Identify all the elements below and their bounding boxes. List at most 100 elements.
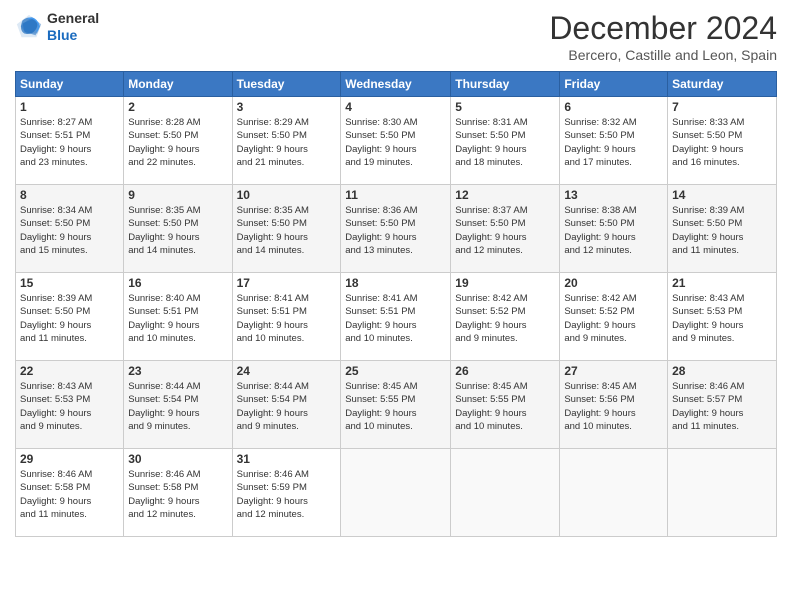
day-info: Sunrise: 8:45 AM Sunset: 5:56 PM Dayligh… <box>564 380 663 433</box>
day-info: Sunrise: 8:42 AM Sunset: 5:52 PM Dayligh… <box>455 292 555 345</box>
logo-icon <box>15 13 43 41</box>
day-number: 31 <box>237 452 337 466</box>
day-number: 12 <box>455 188 555 202</box>
calendar-cell <box>668 449 777 537</box>
calendar-cell: 7 Sunrise: 8:33 AM Sunset: 5:50 PM Daylig… <box>668 97 777 185</box>
day-number: 3 <box>237 100 337 114</box>
page-header: General Blue December 2024 Bercero, Cast… <box>15 10 777 63</box>
calendar-cell: 31Sunrise: 8:46 AM Sunset: 5:59 PM Dayli… <box>232 449 341 537</box>
calendar-cell: 29 Sunrise: 8:46 AM Sunset: 5:58 PM Dayli… <box>16 449 124 537</box>
calendar-cell: 23Sunrise: 8:44 AM Sunset: 5:54 PM Dayli… <box>124 361 232 449</box>
day-number: 11 <box>345 188 446 202</box>
day-number: 14 <box>672 188 772 202</box>
day-info: Sunrise: 8:39 AM Sunset: 5:50 PM Dayligh… <box>20 292 119 345</box>
day-info: Sunrise: 8:46 AM Sunset: 5:58 PM Dayligh… <box>128 468 227 521</box>
col-friday: Friday <box>560 72 668 97</box>
day-info: Sunrise: 8:30 AM Sunset: 5:50 PM Dayligh… <box>345 116 446 169</box>
col-monday: Monday <box>124 72 232 97</box>
day-number: 1 <box>20 100 119 114</box>
day-info: Sunrise: 8:39 AM Sunset: 5:50 PM Dayligh… <box>672 204 772 257</box>
logo-blue: Blue <box>47 27 99 44</box>
calendar-header: Sunday Monday Tuesday Wednesday Thursday… <box>16 72 777 97</box>
day-number: 20 <box>564 276 663 290</box>
calendar-cell <box>560 449 668 537</box>
day-info: Sunrise: 8:38 AM Sunset: 5:50 PM Dayligh… <box>564 204 663 257</box>
day-number: 6 <box>564 100 663 114</box>
calendar-cell: 17 Sunrise: 8:41 AM Sunset: 5:51 PM Dayli… <box>232 273 341 361</box>
day-info: Sunrise: 8:46 AM Sunset: 5:58 PM Dayligh… <box>20 468 119 521</box>
day-number: 30 <box>128 452 227 466</box>
calendar-cell: 3 Sunrise: 8:29 AM Sunset: 5:50 PM Daylig… <box>232 97 341 185</box>
calendar-cell: 19 Sunrise: 8:42 AM Sunset: 5:52 PM Dayli… <box>451 273 560 361</box>
day-info: Sunrise: 8:29 AM Sunset: 5:50 PM Dayligh… <box>237 116 337 169</box>
col-sunday: Sunday <box>16 72 124 97</box>
col-thursday: Thursday <box>451 72 560 97</box>
calendar-cell: 5Sunrise: 8:31 AM Sunset: 5:50 PM Daylig… <box>451 97 560 185</box>
calendar-cell: 21 Sunrise: 8:43 AM Sunset: 5:53 PM Dayli… <box>668 273 777 361</box>
day-number: 18 <box>345 276 446 290</box>
day-info: Sunrise: 8:34 AM Sunset: 5:50 PM Dayligh… <box>20 204 119 257</box>
calendar-page: General Blue December 2024 Bercero, Cast… <box>0 0 792 612</box>
day-number: 4 <box>345 100 446 114</box>
location-subtitle: Bercero, Castille and Leon, Spain <box>549 47 777 63</box>
day-number: 29 <box>20 452 119 466</box>
day-info: Sunrise: 8:42 AM Sunset: 5:52 PM Dayligh… <box>564 292 663 345</box>
calendar-cell: 18 Sunrise: 8:41 AM Sunset: 5:51 PM Dayli… <box>341 273 451 361</box>
calendar-week-3: 15 Sunrise: 8:39 AM Sunset: 5:50 PM Dayli… <box>16 273 777 361</box>
calendar-cell: 22Sunrise: 8:43 AM Sunset: 5:53 PM Dayli… <box>16 361 124 449</box>
day-number: 22 <box>20 364 119 378</box>
calendar-cell: 8Sunrise: 8:34 AM Sunset: 5:50 PM Daylig… <box>16 185 124 273</box>
day-number: 9 <box>128 188 227 202</box>
day-number: 17 <box>237 276 337 290</box>
calendar-table: Sunday Monday Tuesday Wednesday Thursday… <box>15 71 777 537</box>
calendar-week-5: 29 Sunrise: 8:46 AM Sunset: 5:58 PM Dayli… <box>16 449 777 537</box>
calendar-cell: 4 Sunrise: 8:30 AM Sunset: 5:50 PM Daylig… <box>341 97 451 185</box>
day-number: 21 <box>672 276 772 290</box>
calendar-cell: 6Sunrise: 8:32 AM Sunset: 5:50 PM Daylig… <box>560 97 668 185</box>
col-saturday: Saturday <box>668 72 777 97</box>
day-info: Sunrise: 8:43 AM Sunset: 5:53 PM Dayligh… <box>672 292 772 345</box>
header-row: Sunday Monday Tuesday Wednesday Thursday… <box>16 72 777 97</box>
calendar-cell: 16Sunrise: 8:40 AM Sunset: 5:51 PM Dayli… <box>124 273 232 361</box>
calendar-cell: 2 Sunrise: 8:28 AM Sunset: 5:50 PM Daylig… <box>124 97 232 185</box>
calendar-week-4: 22Sunrise: 8:43 AM Sunset: 5:53 PM Dayli… <box>16 361 777 449</box>
day-info: Sunrise: 8:35 AM Sunset: 5:50 PM Dayligh… <box>128 204 227 257</box>
calendar-cell <box>451 449 560 537</box>
col-wednesday: Wednesday <box>341 72 451 97</box>
day-info: Sunrise: 8:33 AM Sunset: 5:50 PM Dayligh… <box>672 116 772 169</box>
day-number: 26 <box>455 364 555 378</box>
calendar-cell: 13 Sunrise: 8:38 AM Sunset: 5:50 PM Dayli… <box>560 185 668 273</box>
calendar-cell: 14 Sunrise: 8:39 AM Sunset: 5:50 PM Dayli… <box>668 185 777 273</box>
calendar-cell: 24Sunrise: 8:44 AM Sunset: 5:54 PM Dayli… <box>232 361 341 449</box>
day-info: Sunrise: 8:41 AM Sunset: 5:51 PM Dayligh… <box>345 292 446 345</box>
day-info: Sunrise: 8:27 AM Sunset: 5:51 PM Dayligh… <box>20 116 119 169</box>
calendar-cell: 20 Sunrise: 8:42 AM Sunset: 5:52 PM Dayli… <box>560 273 668 361</box>
calendar-cell: 1 Sunrise: 8:27 AM Sunset: 5:51 PM Daylig… <box>16 97 124 185</box>
day-number: 10 <box>237 188 337 202</box>
day-number: 15 <box>20 276 119 290</box>
day-number: 7 <box>672 100 772 114</box>
calendar-cell: 28 Sunrise: 8:46 AM Sunset: 5:57 PM Dayli… <box>668 361 777 449</box>
day-number: 19 <box>455 276 555 290</box>
calendar-cell: 10Sunrise: 8:35 AM Sunset: 5:50 PM Dayli… <box>232 185 341 273</box>
day-number: 25 <box>345 364 446 378</box>
day-info: Sunrise: 8:37 AM Sunset: 5:50 PM Dayligh… <box>455 204 555 257</box>
day-info: Sunrise: 8:45 AM Sunset: 5:55 PM Dayligh… <box>345 380 446 433</box>
day-number: 28 <box>672 364 772 378</box>
day-info: Sunrise: 8:28 AM Sunset: 5:50 PM Dayligh… <box>128 116 227 169</box>
calendar-cell: 9 Sunrise: 8:35 AM Sunset: 5:50 PM Daylig… <box>124 185 232 273</box>
day-info: Sunrise: 8:46 AM Sunset: 5:57 PM Dayligh… <box>672 380 772 433</box>
calendar-cell: 11Sunrise: 8:36 AM Sunset: 5:50 PM Dayli… <box>341 185 451 273</box>
col-tuesday: Tuesday <box>232 72 341 97</box>
calendar-cell: 30 Sunrise: 8:46 AM Sunset: 5:58 PM Dayli… <box>124 449 232 537</box>
calendar-cell: 25 Sunrise: 8:45 AM Sunset: 5:55 PM Dayli… <box>341 361 451 449</box>
day-info: Sunrise: 8:41 AM Sunset: 5:51 PM Dayligh… <box>237 292 337 345</box>
day-number: 24 <box>237 364 337 378</box>
month-title: December 2024 <box>549 10 777 47</box>
day-number: 13 <box>564 188 663 202</box>
calendar-cell: 12 Sunrise: 8:37 AM Sunset: 5:50 PM Dayli… <box>451 185 560 273</box>
day-info: Sunrise: 8:45 AM Sunset: 5:55 PM Dayligh… <box>455 380 555 433</box>
day-info: Sunrise: 8:31 AM Sunset: 5:50 PM Dayligh… <box>455 116 555 169</box>
day-number: 16 <box>128 276 227 290</box>
day-number: 2 <box>128 100 227 114</box>
